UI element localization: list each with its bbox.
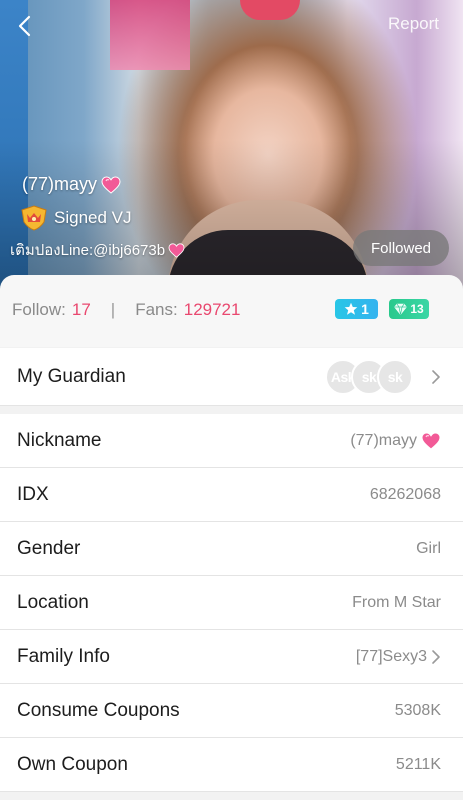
family-info-row[interactable]: Family Info [77]Sexy3 <box>0 630 463 684</box>
line-contact-text: เติมปองLine:@ibj6673b <box>10 242 166 259</box>
signed-vj-badge: Signed VJ <box>20 205 132 231</box>
guardian-avatars: Ask sk sk <box>325 358 413 395</box>
location-value: From M Star <box>352 593 441 611</box>
display-name-text: (77)mayy <box>22 174 98 194</box>
nickname-value: (77)mayy <box>350 432 441 450</box>
idx-label: IDX <box>17 483 49 505</box>
follow-count[interactable]: 17 <box>72 300 91 320</box>
consume-coupons-value: 5308K <box>394 701 441 719</box>
own-coupon-label: Own Coupon <box>17 753 128 775</box>
profile-cover-photo: Report (77)mayy Signed VJ เติมปองLine:@i… <box>0 0 463 290</box>
consume-coupons-label: Consume Coupons <box>17 699 180 721</box>
guardian-avatar-placeholder: sk <box>377 358 413 395</box>
location-label: Location <box>17 591 89 613</box>
fans-count[interactable]: 129721 <box>184 300 241 320</box>
star-icon <box>344 302 358 315</box>
my-guardian-row[interactable]: My Guardian Ask sk sk <box>0 348 463 406</box>
location-row: Location From M Star <box>0 576 463 630</box>
chevron-right-icon <box>432 649 440 664</box>
vj-display-name: (77)mayy <box>22 174 121 195</box>
idx-row: IDX 68262068 <box>0 468 463 522</box>
line-contact: เติมปองLine:@ibj6673b <box>10 238 185 262</box>
gender-row: Gender Girl <box>0 522 463 576</box>
pink-heart-icon <box>101 175 121 194</box>
family-info-value: [77]Sexy3 <box>356 648 441 666</box>
gem-badge: 13 <box>389 299 429 319</box>
diamond-icon <box>394 303 408 315</box>
pink-heart-icon <box>168 242 185 258</box>
fans-label: Fans: <box>135 300 178 319</box>
pink-heart-icon <box>421 431 441 450</box>
own-coupon-value: 5211K <box>395 755 441 773</box>
nickname-label: Nickname <box>17 429 102 451</box>
level-badge-value: 1 <box>361 301 369 317</box>
stats-separator: | <box>110 300 116 319</box>
follow-stats: Follow: 17 | Fans: 129721 <box>12 300 240 320</box>
idx-value: 68262068 <box>369 485 441 503</box>
consume-coupons-row: Consume Coupons 5308K <box>0 684 463 738</box>
nickname-row: Nickname (77)mayy <box>0 414 463 468</box>
my-guardian-label: My Guardian <box>17 365 126 387</box>
crown-shield-icon <box>21 205 47 231</box>
nickname-text: (77)mayy <box>350 431 417 449</box>
follow-label: Follow: <box>12 300 66 319</box>
level-badge: 1 <box>335 299 378 319</box>
chevron-right-icon <box>432 369 440 384</box>
own-coupon-row: Own Coupon 5211K <box>0 738 463 792</box>
family-info-label: Family Info <box>17 645 110 667</box>
chevron-left-icon[interactable] <box>14 14 38 38</box>
report-button[interactable]: Report <box>388 14 439 34</box>
gem-badge-value: 13 <box>410 302 424 316</box>
followed-button[interactable]: Followed <box>353 230 449 266</box>
stats-card: Follow: 17 | Fans: 129721 1 13 <box>0 275 463 347</box>
family-info-text: [77]Sexy3 <box>355 647 427 665</box>
signed-vj-label: Signed VJ <box>54 208 132 227</box>
gender-label: Gender <box>17 537 81 559</box>
gender-value: Girl <box>416 539 441 557</box>
